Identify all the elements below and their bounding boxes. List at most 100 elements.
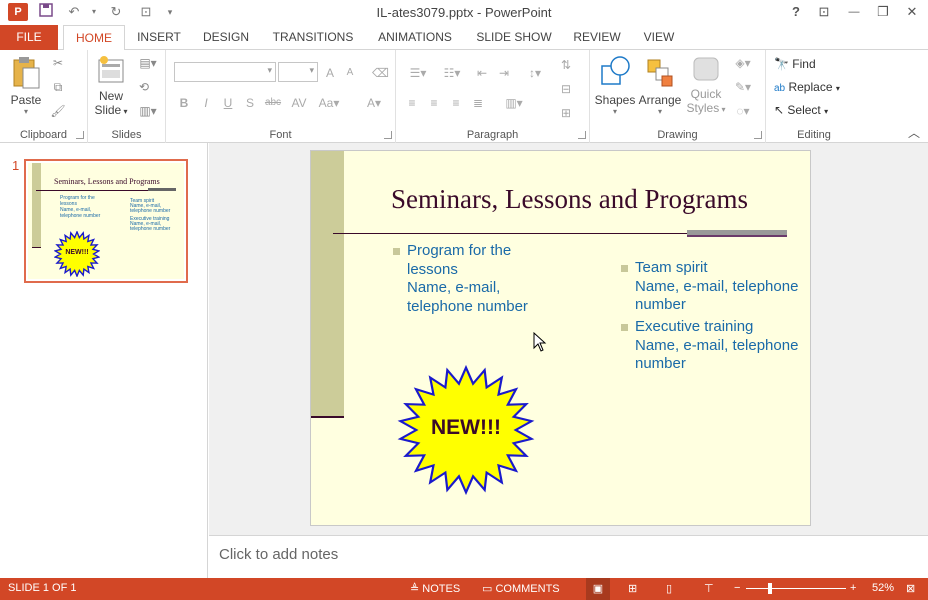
strikethrough-icon[interactable]: abc: [262, 96, 284, 110]
copy-icon[interactable]: ⧉: [50, 80, 66, 94]
cut-icon[interactable]: ✂: [50, 56, 66, 70]
left-bullet-text[interactable]: Program for the lessons Name, e-mail, te…: [407, 242, 528, 316]
layout-icon[interactable]: ▤▾: [136, 56, 160, 70]
underline-icon[interactable]: U: [220, 96, 236, 110]
align-right-icon[interactable]: ≡: [448, 96, 464, 110]
slide-sorter-icon[interactable]: ⊞: [628, 582, 637, 595]
bullets-icon[interactable]: ☰▾: [404, 66, 432, 80]
slide-title[interactable]: Seminars, Lessons and Programs: [391, 184, 748, 215]
format-painter-icon[interactable]: 🖌: [50, 104, 66, 118]
tab-animations[interactable]: ANIMATIONS: [370, 25, 460, 50]
reset-icon[interactable]: ⟲: [136, 80, 152, 94]
new-slide-button[interactable]: New Slide ▾: [92, 54, 130, 117]
find-button[interactable]: 🔭 Find: [774, 57, 816, 71]
slide-count[interactable]: SLIDE 1 OF 1: [8, 582, 76, 594]
change-case-icon[interactable]: Aa▾: [316, 96, 342, 110]
comments-button[interactable]: ▭ COMMENTS: [482, 582, 560, 595]
shape-outline-icon[interactable]: ✎▾: [730, 80, 756, 94]
right-bullet-1-line-1: Team spirit: [635, 259, 708, 276]
font-launcher-icon[interactable]: [384, 131, 392, 139]
help-button[interactable]: ?: [784, 2, 808, 22]
tab-transitions[interactable]: TRANSITIONS: [266, 25, 360, 50]
tab-home[interactable]: HOME: [63, 25, 125, 51]
zoom-out-icon[interactable]: −: [734, 582, 740, 594]
justify-icon[interactable]: ≣: [470, 96, 486, 110]
arrange-button[interactable]: Arrange ▾: [638, 54, 682, 116]
ribbon-display-options-button[interactable]: ⊡: [812, 2, 836, 22]
paste-icon: [13, 57, 40, 89]
align-left-icon[interactable]: ≡: [404, 96, 420, 110]
title-accent-bar-shadow: [687, 235, 787, 237]
tab-review[interactable]: REVIEW: [566, 25, 628, 50]
paragraph-launcher-icon[interactable]: [578, 131, 586, 139]
zoom-slider-track[interactable]: [746, 588, 846, 589]
notes-placeholder[interactable]: Click to add notes: [219, 546, 338, 563]
collapse-ribbon-icon[interactable]: ︿: [906, 126, 922, 140]
bold-icon[interactable]: B: [176, 96, 192, 110]
italic-icon[interactable]: I: [198, 96, 214, 110]
shape-fill-icon[interactable]: ◈▾: [730, 56, 756, 70]
numbering-icon[interactable]: ☷▾: [438, 66, 466, 80]
minimize-button[interactable]: —: [842, 2, 866, 22]
section-icon[interactable]: ▥▾: [136, 104, 160, 118]
clear-formatting-icon[interactable]: ⌫: [372, 66, 389, 80]
title-bar: P ↶ ▾ ↻ ⊡ ▾ IL-ates3079.pptx - PowerPoin…: [0, 0, 928, 25]
increase-indent-icon[interactable]: ⇥: [496, 66, 512, 80]
columns-icon[interactable]: ▥▾: [500, 96, 528, 110]
notes-button[interactable]: ≜ NOTES: [410, 582, 460, 595]
drawing-group-label: Drawing: [657, 129, 698, 141]
paragraph-group-label: Paragraph: [466, 129, 519, 141]
starburst-text[interactable]: NEW!!!: [397, 416, 535, 440]
drawing-launcher-icon[interactable]: [754, 131, 762, 139]
clipboard-launcher-icon[interactable]: [76, 131, 84, 139]
right-bullet-2-text[interactable]: Executive training Name, e-mail, telepho…: [635, 318, 798, 374]
quick-styles-button[interactable]: Quick Styles ▾: [684, 54, 728, 115]
slide-editor: Seminars, Lessons and Programs Program f…: [209, 143, 928, 535]
left-bullet-line-1: Program for the: [407, 242, 512, 259]
slide-thumbnail-1[interactable]: Seminars, Lessons and Programs Program f…: [24, 159, 188, 283]
fit-to-window-icon[interactable]: ⊠: [906, 582, 915, 595]
font-color-icon[interactable]: A▾: [362, 96, 386, 110]
decrease-font-size-icon[interactable]: A: [342, 66, 358, 80]
align-center-icon[interactable]: ≡: [426, 96, 442, 110]
zoom-level[interactable]: 52%: [872, 582, 894, 594]
text-direction-icon[interactable]: ⇅: [558, 58, 574, 72]
shapes-button[interactable]: Shapes ▾: [594, 54, 636, 116]
font-name-combo[interactable]: [174, 62, 276, 82]
shape-effects-icon[interactable]: ◌▾: [730, 104, 756, 118]
normal-view-icon[interactable]: ▣: [586, 578, 610, 600]
paste-button[interactable]: Paste ▾: [6, 56, 46, 116]
font-size-combo[interactable]: [278, 62, 318, 82]
thumbnail-right-bullet-2: Executive training Name, e-mail, telepho…: [130, 216, 171, 232]
align-text-icon[interactable]: ⊟: [558, 82, 574, 96]
maximize-button[interactable]: ❐: [871, 2, 895, 22]
tab-design[interactable]: DESIGN: [196, 25, 256, 50]
decrease-indent-icon[interactable]: ⇤: [474, 66, 490, 80]
slide-canvas[interactable]: Seminars, Lessons and Programs Program f…: [310, 150, 811, 526]
shapes-label: Shapes: [594, 93, 636, 107]
line-spacing-icon[interactable]: ↕▾: [522, 66, 548, 80]
select-button[interactable]: ↖ Select ▾: [774, 103, 828, 117]
tab-file[interactable]: FILE: [0, 25, 58, 50]
smartart-icon[interactable]: ⊞: [558, 106, 574, 120]
zoom-slider-thumb[interactable]: [768, 583, 772, 594]
clipboard-group: Paste ▾ ✂ ⧉ 🖌 Clipboard: [0, 50, 88, 143]
tab-insert[interactable]: INSERT: [130, 25, 188, 50]
tab-slide-show[interactable]: SLIDE SHOW: [472, 25, 556, 50]
text-shadow-icon[interactable]: S: [242, 96, 258, 110]
right-bullet-1-text[interactable]: Team spirit Name, e-mail, telephone numb…: [635, 259, 798, 315]
notes-pane[interactable]: Click to add notes: [209, 535, 928, 578]
comments-icon: ▭: [482, 583, 493, 595]
replace-button[interactable]: ab Replace ▾: [774, 80, 840, 94]
thumbnail-title: Seminars, Lessons and Programs: [54, 177, 160, 186]
close-button[interactable]: ✕: [900, 2, 924, 22]
tab-view[interactable]: VIEW: [636, 25, 682, 50]
reading-view-icon[interactable]: ▯: [666, 582, 672, 595]
character-spacing-icon[interactable]: AV: [288, 96, 310, 110]
slide-show-icon[interactable]: ⊤: [704, 582, 714, 595]
thumbnail-right-bullet-1: Team spirit Name, e-mail, telephone numb…: [130, 198, 171, 214]
find-icon: 🔭: [774, 57, 789, 71]
increase-font-size-icon[interactable]: A: [322, 66, 338, 80]
right-bullet-2-line-1: Executive training: [635, 318, 754, 335]
zoom-in-icon[interactable]: +: [850, 582, 856, 594]
